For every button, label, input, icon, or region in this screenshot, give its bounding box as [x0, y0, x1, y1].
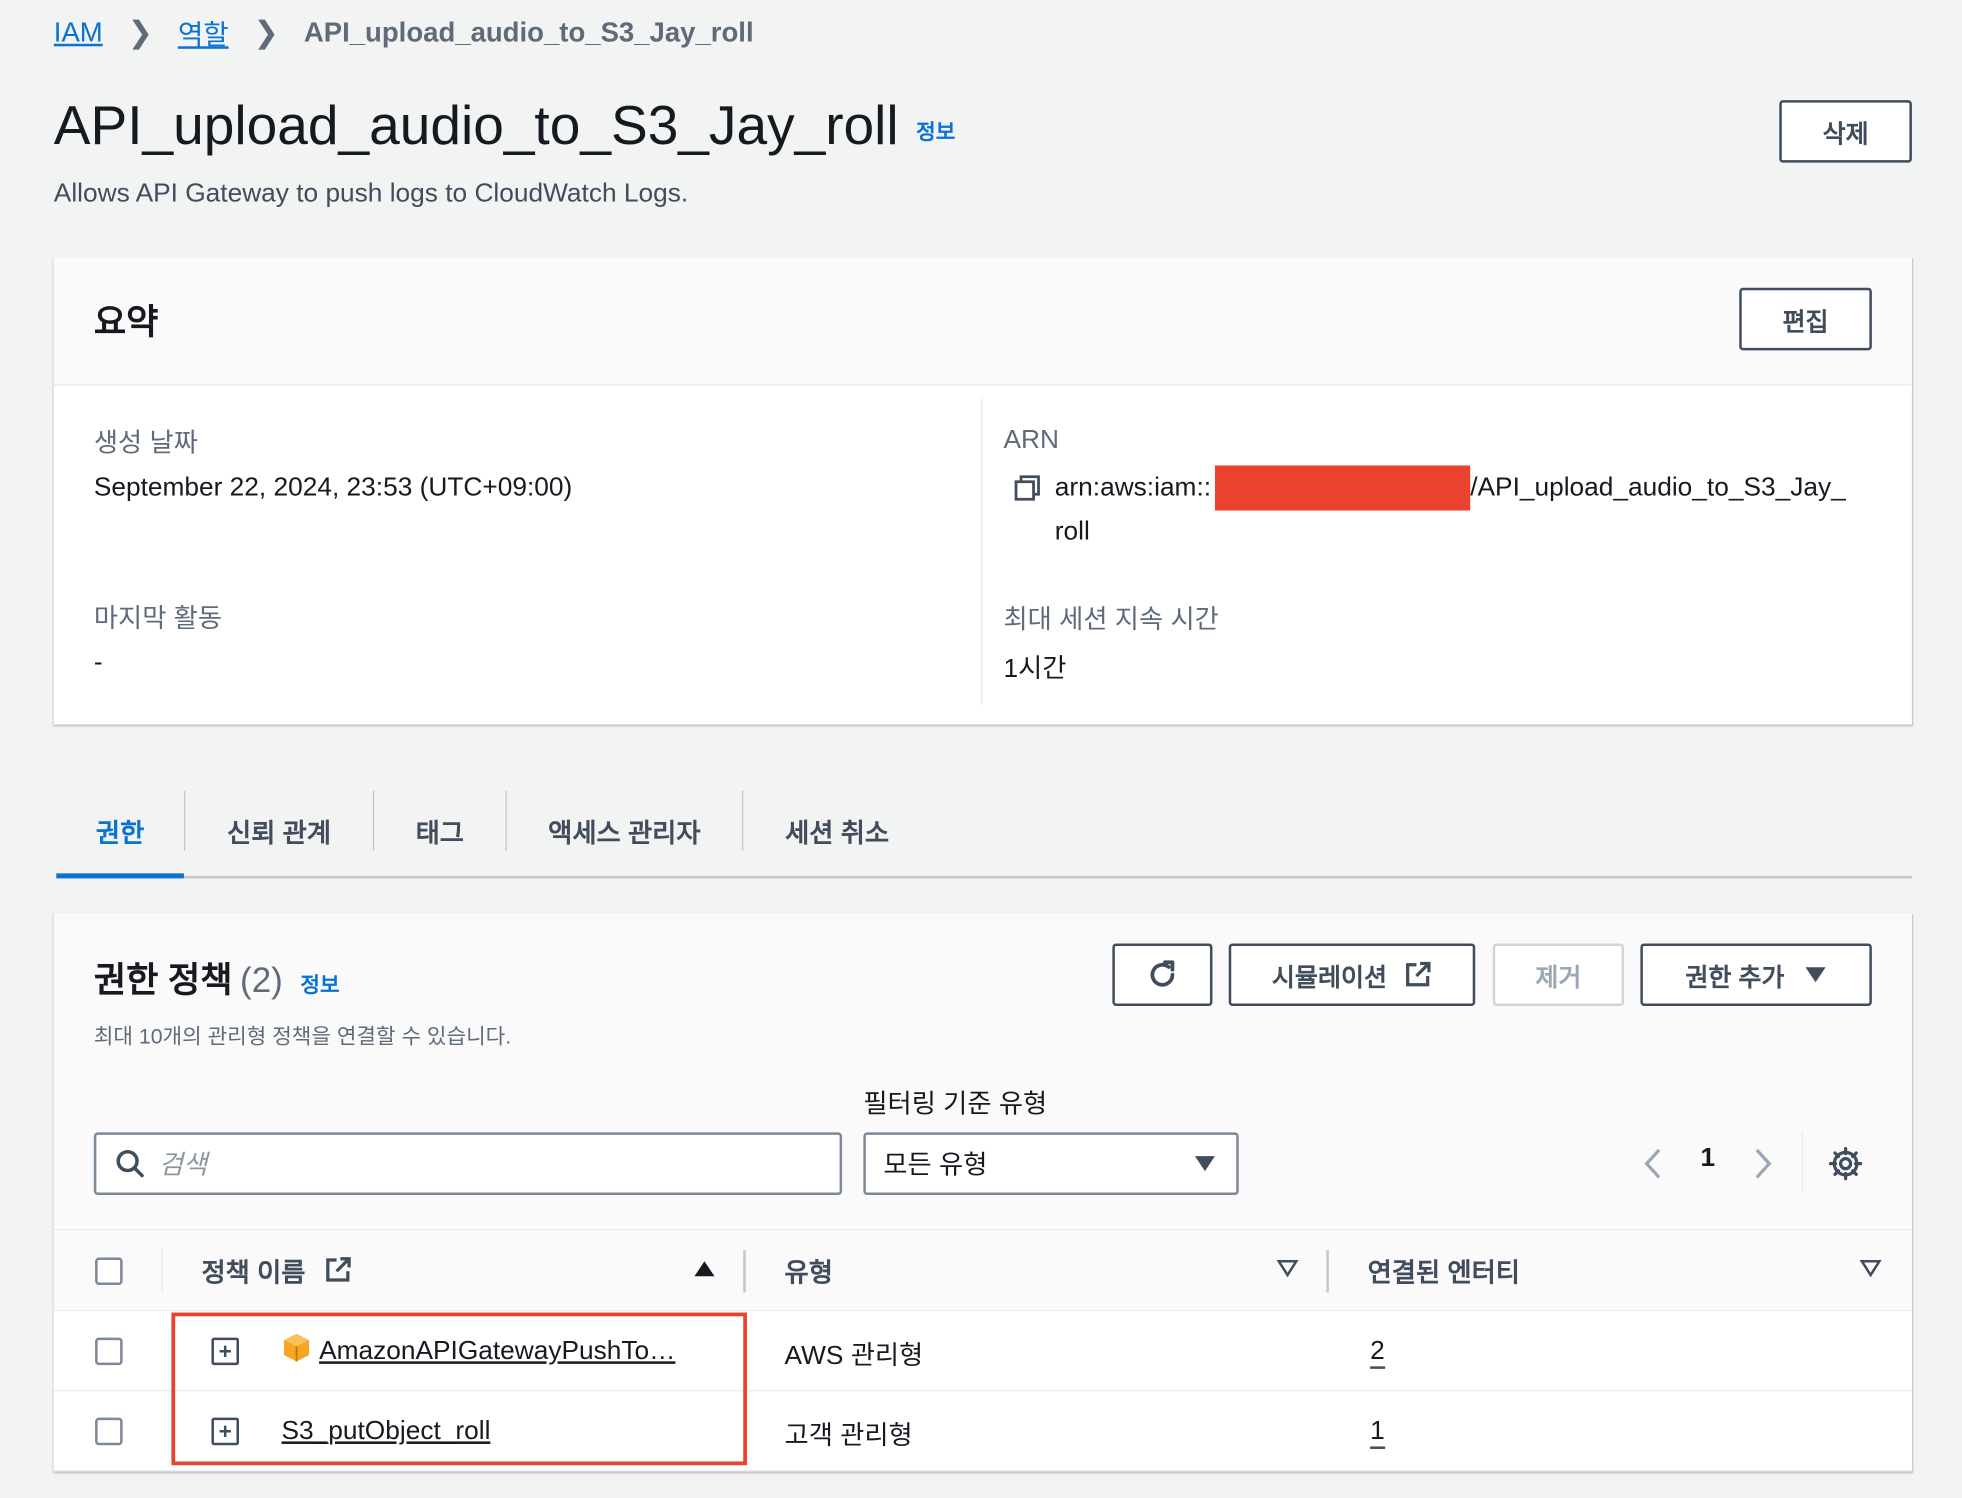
column-policy-name[interactable]: 정책 이름 — [201, 1253, 352, 1291]
select-all-checkbox[interactable] — [95, 1257, 123, 1286]
type-filter-value: 모든 유형 — [883, 1151, 988, 1180]
pagination-prev-icon[interactable] — [1640, 1146, 1665, 1181]
external-link-icon — [1405, 961, 1430, 987]
page-title: API_upload_audio_to_S3_Jay_roll 정보 — [54, 95, 956, 158]
refresh-button[interactable] — [1112, 943, 1213, 1007]
info-link[interactable]: 정보 — [916, 120, 955, 144]
row-checkbox[interactable] — [95, 1417, 123, 1446]
pagination-divider — [1801, 1132, 1804, 1193]
edit-button[interactable]: 편집 — [1739, 287, 1872, 351]
chevron-right-icon: ❯ — [127, 15, 153, 50]
column-resizer[interactable] — [1326, 1249, 1329, 1293]
page-title-text: API_upload_audio_to_S3_Jay_roll — [53, 95, 899, 157]
summary-divider — [980, 397, 983, 706]
external-link-icon — [326, 1257, 351, 1282]
settings-gear-icon[interactable] — [1828, 1146, 1863, 1181]
simulate-label: 시뮬레이션 — [1271, 964, 1388, 992]
breadcrumb: IAM ❯ 역할 ❯ API_upload_audio_to_S3_Jay_ro… — [54, 13, 754, 53]
tab-bar: 권한 신뢰 관계 태그 액세스 관리자 세션 취소 — [56, 788, 1912, 879]
last-activity-value: - — [93, 648, 103, 677]
breadcrumb-iam[interactable]: IAM — [54, 16, 103, 49]
type-filter-select[interactable]: 모든 유형 — [863, 1132, 1239, 1195]
arn-prefix: arn:aws:iam:: — [1054, 472, 1212, 502]
policy-type: AWS 관리형 — [784, 1341, 924, 1371]
tab-tags[interactable]: 태그 — [374, 788, 505, 876]
created-label: 생성 날짜 — [93, 429, 198, 458]
policies-subtitle: 최대 10개의 관리형 정책을 연결할 수 있습니다. — [93, 1024, 512, 1049]
policies-count: (2) — [240, 960, 283, 1000]
row-checkbox[interactable] — [95, 1337, 123, 1366]
add-permissions-label: 권한 추가 — [1685, 964, 1785, 992]
policies-title: 권한 정책 (2) 정보 — [94, 953, 340, 1003]
sort-icon[interactable] — [1276, 1260, 1299, 1278]
summary-panel: 요약 편집 생성 날짜 September 22, 2024, 23:53 (U… — [53, 257, 1912, 725]
sort-ascending-icon[interactable] — [693, 1260, 716, 1278]
last-activity-label: 마지막 활동 — [93, 604, 223, 634]
column-policy-name-label: 정책 이름 — [201, 1258, 306, 1288]
policies-header: 권한 정책 (2) 정보 최대 10개의 관리형 정책을 연결할 수 있습니다. 시… — [53, 913, 1912, 1227]
tab-access-advisor[interactable]: 액세스 관리자 — [507, 788, 742, 876]
breadcrumb-current: API_upload_audio_to_S3_Jay_roll — [303, 16, 754, 48]
summary-title: 요약 — [93, 302, 159, 342]
filter-type-label: 필터링 기준 유형 — [863, 1089, 1048, 1119]
summary-header: 요약 편집 — [53, 257, 1912, 386]
chevron-right-icon: ❯ — [253, 15, 279, 50]
breadcrumb-roles[interactable]: 역할 — [178, 13, 229, 53]
column-resizer[interactable] — [743, 1249, 746, 1293]
add-permissions-button[interactable]: 권한 추가 — [1640, 943, 1872, 1007]
sort-icon[interactable] — [1859, 1260, 1882, 1278]
max-session-label: 최대 세션 지속 시간 — [1003, 605, 1219, 635]
search-input[interactable]: 검색 — [93, 1132, 843, 1195]
column-attached-entities[interactable]: 연결된 엔터티 — [1368, 1253, 1520, 1291]
attached-entities-count[interactable]: 1 — [1370, 1416, 1385, 1449]
tab-permissions[interactable]: 권한 — [56, 788, 184, 879]
remove-button[interactable]: 제거 — [1492, 943, 1625, 1007]
arn-suffix-wrap: roll — [1054, 516, 1090, 546]
policy-type: 고객 관리형 — [784, 1421, 913, 1451]
search-placeholder: 검색 — [158, 1151, 208, 1180]
pagination-page[interactable]: 1 — [1700, 1144, 1715, 1174]
tab-revoke-sessions[interactable]: 세션 취소 — [743, 788, 931, 876]
table-header: 정책 이름 유형 연결된 엔터티 — [53, 1228, 1912, 1312]
policies-title-text: 권한 정책 — [93, 960, 233, 1000]
arn-label: ARN — [1003, 425, 1059, 455]
pagination-next-icon[interactable] — [1750, 1146, 1775, 1181]
created-value: September 22, 2024, 23:53 (UTC+09:00) — [93, 472, 573, 502]
max-session-value: 1시간 — [1003, 654, 1067, 684]
annotation-highlight-box — [171, 1312, 747, 1466]
simulate-button[interactable]: 시뮬레이션 — [1228, 943, 1476, 1007]
caret-down-icon — [1805, 967, 1826, 983]
search-icon — [116, 1150, 144, 1178]
refresh-icon — [1150, 960, 1175, 987]
arn-suffix: /API_upload_audio_to_S3_Jay_ — [1470, 472, 1846, 502]
attached-entities-count[interactable]: 2 — [1370, 1336, 1385, 1369]
column-divider — [161, 1247, 163, 1293]
policies-info-link[interactable]: 정보 — [300, 974, 339, 998]
tab-trust-relationships[interactable]: 신뢰 관계 — [185, 788, 373, 876]
copy-icon[interactable] — [1012, 473, 1042, 509]
column-type[interactable]: 유형 — [785, 1253, 833, 1291]
delete-button[interactable]: 삭제 — [1779, 100, 1912, 163]
page-description: Allows API Gateway to push logs to Cloud… — [53, 178, 689, 208]
redaction-block — [1214, 465, 1471, 511]
caret-down-icon — [1194, 1156, 1215, 1172]
